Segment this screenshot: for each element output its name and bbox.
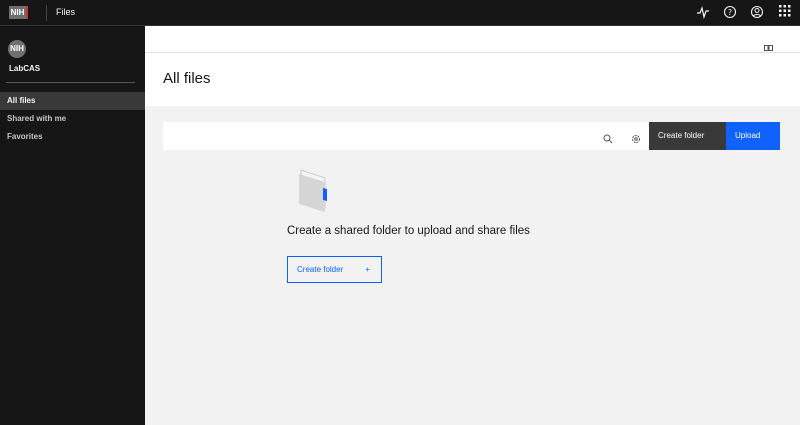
sidebar-item-all-files[interactable]: All files [0,92,145,110]
upload-button[interactable]: Upload [726,122,780,150]
settings-icon[interactable] [631,131,641,149]
help-icon[interactable]: ? [722,5,738,21]
org-name: LabCAS [9,64,41,73]
search-icon[interactable] [603,131,613,149]
folder-icon [297,166,331,214]
panel-toggle-icon[interactable] [764,38,773,56]
empty-state-message: Create a shared folder to upload and sha… [287,225,530,237]
plus-icon: + [365,265,370,274]
org-avatar: NIH [8,40,26,58]
create-folder-empty-button[interactable]: Create folder + [287,256,382,283]
main-content: All files Create folder Upload Create a … [145,26,800,425]
top-bar: NIH Files ? [0,0,800,26]
search-input[interactable] [163,122,593,150]
svg-text:?: ? [728,8,732,17]
nih-logo[interactable]: NIH [9,6,28,19]
app-switcher-icon[interactable] [777,5,793,21]
divider [46,5,47,21]
sidebar: NIH LabCAS All files Shared with me Favo… [0,26,145,425]
user-icon[interactable] [749,5,765,21]
page-title: All files [163,70,211,87]
activity-icon[interactable] [695,5,711,21]
create-folder-button[interactable]: Create folder [649,122,726,150]
divider [145,52,800,53]
divider [6,82,135,83]
app-title: Files [56,7,76,17]
toolbar: Create folder Upload [163,122,780,150]
button-label: Create folder [297,265,344,274]
sidebar-item-shared-with-me[interactable]: Shared with me [0,110,145,128]
sidebar-item-favorites[interactable]: Favorites [0,128,145,146]
page-header: All files [145,26,800,106]
